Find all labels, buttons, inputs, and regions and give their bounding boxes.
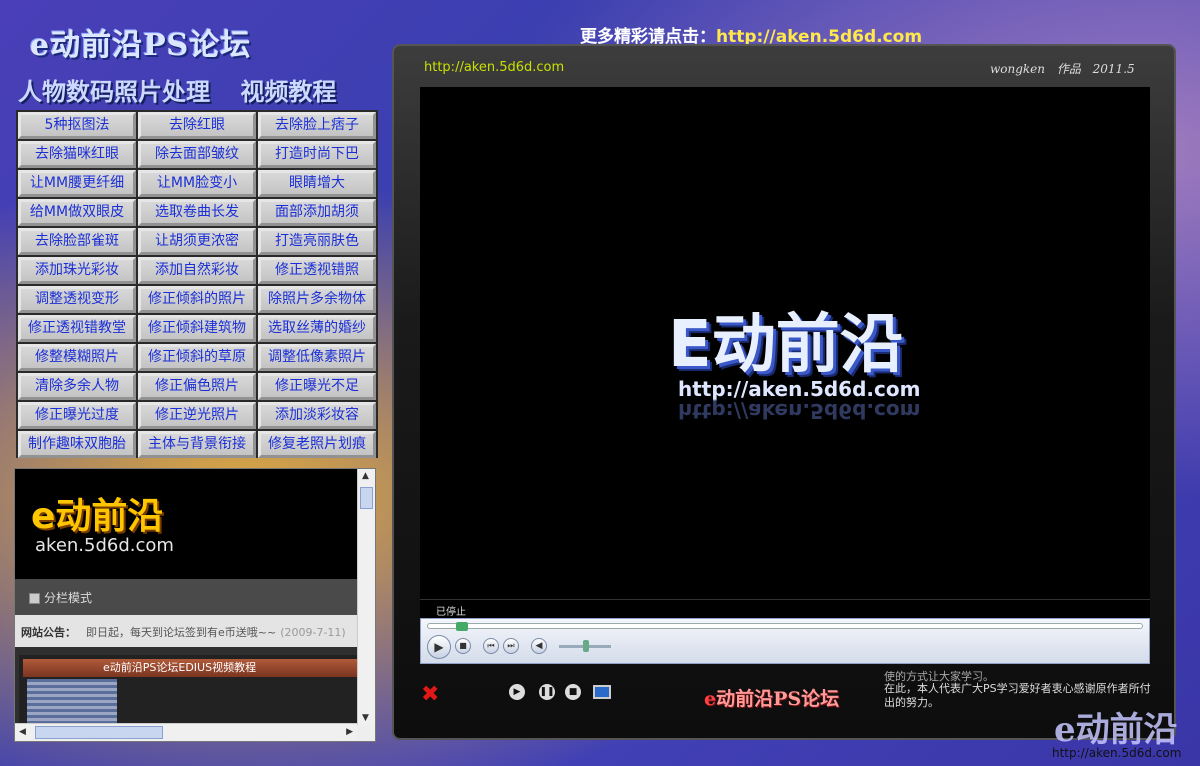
video-url: http://aken.5d6d.com — [678, 377, 921, 401]
bottom-stop-icon[interactable]: ■ — [565, 684, 581, 700]
tutorial-button[interactable]: 去除脸部雀斑 — [18, 228, 136, 255]
scroll-right-icon[interactable]: ▶ — [346, 727, 353, 737]
tutorial-button[interactable]: 打造亮丽肤色 — [258, 228, 376, 255]
forum-logo[interactable]: e动前沿 aken.5d6d.com — [15, 469, 357, 579]
tutorial-button[interactable]: 面部添加胡须 — [258, 199, 376, 226]
tutorial-button[interactable]: 给MM做双眼皮 — [18, 199, 136, 226]
split-mode-label: 分栏模式 — [44, 591, 93, 605]
forum-preview: e动前沿 aken.5d6d.com 分栏模式 网站公告： 即日起，每天到论坛签到… — [14, 468, 376, 742]
category-title: 人物数码照片处理 视频教程 — [18, 72, 358, 107]
tutorial-button[interactable]: 让MM脸变小 — [138, 170, 256, 197]
tutorial-button[interactable]: 修正透视错照 — [258, 257, 376, 284]
bottom-pause-icon[interactable]: ❚❚ — [539, 684, 555, 700]
category-title-left: 人物数码照片处理 — [18, 77, 210, 106]
video-url-reflection: http://aken.5d6d.com — [678, 399, 921, 423]
tutorial-button[interactable]: 修正倾斜建筑物 — [138, 315, 256, 342]
author-date: 2011.5 — [1092, 62, 1135, 76]
forum-name-text: 动前沿PS论坛 — [716, 688, 840, 710]
bottom-play-icon[interactable]: ▶ — [509, 684, 525, 700]
notice-text[interactable]: 即日起，每天到论坛签到有e币送哦~~ — [86, 626, 276, 639]
tutorial-button[interactable]: 去除红眼 — [138, 112, 256, 139]
close-icon[interactable]: ✖ — [421, 682, 439, 707]
tutorial-button[interactable]: 5种抠图法 — [18, 112, 136, 139]
fullscreen-icon[interactable] — [593, 685, 611, 699]
watermark-logo: e动前沿 — [1054, 710, 1178, 750]
seek-bar[interactable] — [427, 622, 1143, 631]
tutorial-button[interactable]: 制作趣味双胞胎 — [18, 431, 136, 458]
playback-status-text: 已停止 — [436, 607, 466, 618]
tutorial-button[interactable]: 修正倾斜的照片 — [138, 286, 256, 313]
tutorial-button[interactable]: 选取丝薄的婚纱 — [258, 315, 376, 342]
horizontal-scroll-thumb[interactable] — [35, 726, 163, 739]
vertical-scrollbar[interactable]: ▲ ▼ — [357, 469, 375, 725]
notice-date: (2009-7-11) — [280, 626, 346, 639]
horizontal-scrollbar[interactable]: ◀ ▶ — [15, 723, 357, 741]
tutorial-button[interactable]: 清除多余人物 — [18, 373, 136, 400]
tutorial-button[interactable]: 修正逆光照片 — [138, 402, 256, 429]
player-url[interactable]: http://aken.5d6d.com — [424, 60, 564, 75]
forum-thumbnail-title: e动前沿PS论坛EDIUS视频教程 — [23, 659, 357, 677]
tutorial-button[interactable]: 眼睛增大 — [258, 170, 376, 197]
player-author: wongken 作品 2011.5 — [990, 60, 1135, 77]
forum-thumbnail-image — [27, 679, 117, 725]
player-controls: ▶ ■ ⏮ ⏭ ◀ — [420, 618, 1150, 664]
tutorial-button[interactable]: 去除脸上痞子 — [258, 112, 376, 139]
tutorial-grid: 5种抠图法 去除红眼 去除脸上痞子去除猫咪红眼 除去面部皱纹 打造时尚下巴让MM腰更纤细… — [16, 110, 378, 458]
tutorial-button[interactable]: 修正透视错教堂 — [18, 315, 136, 342]
tutorial-button[interactable]: 修复老照片划痕 — [258, 431, 376, 458]
playback-status: 已停止 — [420, 599, 1150, 618]
previous-icon[interactable]: ⏮ — [483, 638, 499, 654]
tutorial-button[interactable]: 修正曝光不足 — [258, 373, 376, 400]
tutorial-button[interactable]: 打造时尚下巴 — [258, 141, 376, 168]
tutorial-button[interactable]: 添加淡彩妆容 — [258, 402, 376, 429]
scroll-up-icon[interactable]: ▲ — [362, 471, 369, 481]
tutorial-button[interactable]: 添加自然彩妆 — [138, 257, 256, 284]
video-screen[interactable]: E动前沿 http://aken.5d6d.com http://aken.5d… — [420, 87, 1150, 599]
tutorial-button[interactable]: 添加珠光彩妆 — [18, 257, 136, 284]
volume-knob[interactable] — [583, 640, 589, 652]
tutorial-button[interactable]: 修正曝光过度 — [18, 402, 136, 429]
split-mode-icon — [29, 593, 40, 604]
author-name: wongken 作品 — [990, 62, 1081, 76]
tutorial-button[interactable]: 除去面部皱纹 — [138, 141, 256, 168]
watermark-url: http://aken.5d6d.com — [1052, 746, 1182, 760]
tutorial-button[interactable]: 修整模糊照片 — [18, 344, 136, 371]
seek-knob[interactable] — [456, 622, 468, 631]
category-title-right: 视频教程 — [240, 77, 337, 106]
forum-thumbnail[interactable]: e动前沿PS论坛EDIUS视频教程 — [19, 655, 357, 725]
notice-label: 网站公告： — [21, 626, 76, 639]
credit-text-cut: 使的方式让大家学习。 — [884, 670, 994, 682]
volume-icon[interactable]: ◀ — [531, 638, 547, 654]
site-title: e动前沿PS论坛 — [30, 28, 252, 63]
tutorial-button[interactable]: 主体与背景衔接 — [138, 431, 256, 458]
forum-logo-text: e动前沿 — [31, 496, 164, 537]
tutorial-button[interactable]: 调整低像素照片 — [258, 344, 376, 371]
scroll-down-icon[interactable]: ▼ — [362, 713, 369, 723]
stop-icon[interactable]: ■ — [455, 638, 471, 654]
volume-slider[interactable] — [559, 640, 611, 652]
vertical-scroll-thumb[interactable] — [360, 487, 373, 509]
forum-logo-url: aken.5d6d.com — [35, 535, 174, 556]
scroll-left-icon[interactable]: ◀ — [19, 727, 26, 737]
tutorial-button[interactable]: 调整透视变形 — [18, 286, 136, 313]
tutorial-button[interactable]: 让胡须更浓密 — [138, 228, 256, 255]
tutorial-button[interactable]: 让MM腰更纤细 — [18, 170, 136, 197]
forum-name-e: e — [704, 688, 717, 710]
tutorial-button[interactable]: 选取卷曲长发 — [138, 199, 256, 226]
forum-preview-content: e动前沿 aken.5d6d.com 分栏模式 网站公告： 即日起，每天到论坛签到… — [15, 469, 357, 725]
video-logo: E动前沿 — [668, 308, 904, 382]
play-icon[interactable]: ▶ — [427, 635, 451, 659]
tutorial-button[interactable]: 去除猫咪红眼 — [18, 141, 136, 168]
tutorial-button[interactable]: 除照片多余物体 — [258, 286, 376, 313]
tutorial-button[interactable]: 修正偏色照片 — [138, 373, 256, 400]
player-forum-name: e动前沿PS论坛 — [704, 684, 839, 711]
tutorial-button[interactable]: 修正倾斜的草原 — [138, 344, 256, 371]
forum-notice: 网站公告： 即日起，每天到论坛签到有e币送哦~~ (2009-7-11) — [15, 615, 357, 647]
split-mode-toggle[interactable]: 分栏模式 — [15, 579, 357, 615]
next-icon[interactable]: ⏭ — [503, 638, 519, 654]
